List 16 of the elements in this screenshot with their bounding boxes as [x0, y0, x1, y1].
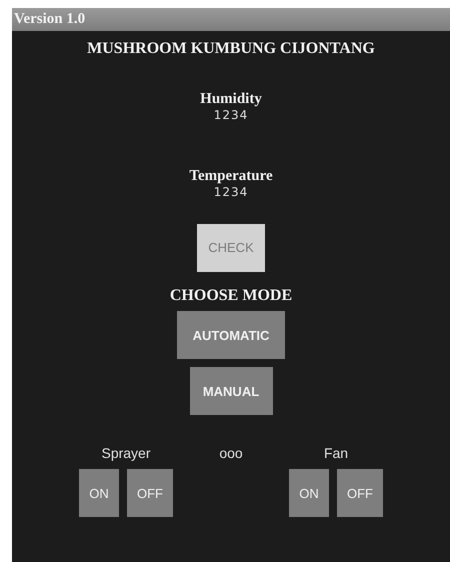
reading-label: Humidity	[200, 90, 262, 108]
reading-label: Temperature	[189, 166, 273, 185]
window-title: Version 1.0	[13, 11, 86, 28]
mode-heading: CHOOSE MODE	[170, 286, 292, 306]
device-label: Sprayer	[101, 445, 151, 462]
reading-value: 1234	[214, 108, 248, 123]
mode-button[interactable]: AUTOMATIC	[177, 311, 285, 360]
toggle-button[interactable]: ON	[79, 469, 119, 518]
status-text: ooo	[219, 445, 243, 462]
toggle-button[interactable]: OFF	[127, 469, 173, 518]
mode-button[interactable]: MANUAL	[190, 367, 272, 416]
app-title: MUSHROOM KUMBUNG CIJONTANG	[87, 39, 375, 58]
toggle-button[interactable]: OFF	[337, 469, 383, 518]
device-label: Fan	[324, 445, 348, 462]
reading-value: 1234	[214, 184, 248, 199]
toggle-button[interactable]: ON	[289, 469, 329, 518]
